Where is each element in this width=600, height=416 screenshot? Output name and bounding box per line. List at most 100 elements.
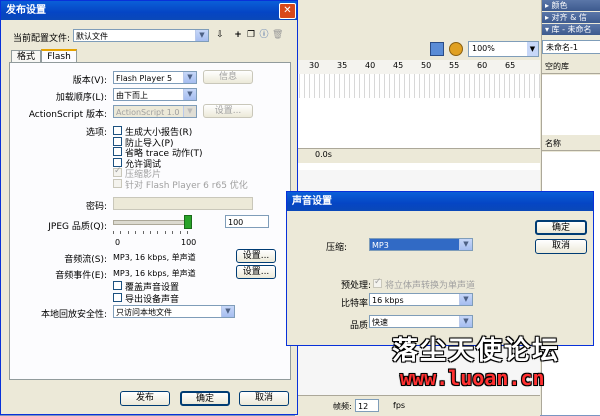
timeline-frames[interactable] [295,74,540,98]
library-panel-header[interactable]: ▾ 库 - 未命名 [542,24,600,35]
local-security-select[interactable]: 只访问本地文件 ▼ [113,305,235,318]
jpeg-slider-track[interactable] [113,220,189,225]
library-name-column[interactable]: 名称 [542,137,600,151]
slider-tick [142,231,144,234]
slider-tick [179,231,181,234]
load-order-value: 由下而上 [116,91,148,100]
version-value: Flash Player 5 [116,74,173,83]
jpeg-quality-label: JPEG 品质(Q): [48,222,107,232]
preprocess-label: 预处理: [340,281,371,291]
fps-input[interactable]: 12 [355,399,379,412]
duplicate-icon[interactable]: ❐ [246,30,256,40]
chevron-down-icon: ▼ [195,30,208,41]
slider-tick [164,231,166,234]
chevron-down-icon: ▼ [459,316,472,327]
compression-select[interactable]: MP3 ▼ [369,238,473,251]
edit-symbol-icon[interactable] [449,42,463,56]
load-order-label: 加载顺序(L): [55,93,107,103]
slider-tick [135,231,137,234]
option-checkbox[interactable] [113,147,122,156]
option-checkbox[interactable] [113,178,122,188]
version-select[interactable]: Flash Player 5 ▼ [113,71,197,84]
audio-stream-value: MP3, 16 kbps, 单声道 [113,253,196,262]
password-field[interactable] [113,197,253,210]
fps-unit: fps [393,401,406,410]
ruler-number: 50 [421,61,432,70]
as-version-value: ActionScript 1.0 [116,108,180,117]
info-icon[interactable]: ⓘ [259,30,269,40]
audio-stream-settings-button[interactable]: 设置... [236,249,276,263]
sound-ok-button[interactable]: 确定 [535,220,587,235]
chevron-down-icon: ▼ [221,306,234,317]
sound-dialog-title: 声音设置 [292,196,332,207]
timeline-status: 0.0s [295,148,540,163]
option-checkbox[interactable] [113,136,122,146]
jpeg-slider-thumb[interactable] [184,215,192,229]
publish-dialog-titlebar[interactable]: 发布设置 ✕ [1,1,297,20]
import-export-icon[interactable]: ⇩ [215,30,225,40]
version-label: 版本(V): [72,76,107,86]
option-label: 针对 Flash Player 6 r65 优化 [125,180,248,191]
audio-event-label: 音频事件(E): [55,271,107,281]
bitrate-label: 比特率: [340,299,371,309]
as-version-select[interactable]: ActionScript 1.0 ▼ [113,105,197,118]
stereo-to-mono-checkbox[interactable] [373,277,382,288]
load-order-select[interactable]: 由下而上 ▼ [113,88,197,101]
compression-label: 压缩: [325,243,347,253]
ruler-number: 60 [477,61,488,70]
zoom-select[interactable]: 100% ▼ [468,41,539,57]
slider-max-label: 100 [181,238,197,247]
add-icon[interactable]: + [233,30,243,40]
close-icon[interactable]: ✕ [279,3,296,19]
chevron-down-icon: ▼ [459,294,472,305]
align-panel-header[interactable]: ▸ 对齐 & 信 [542,12,600,23]
ruler-number: 45 [393,61,404,70]
timeline-ruler: 30 35 40 45 50 55 60 65 [295,60,540,75]
slider-tick [120,231,122,234]
frame-rate-label: 帧频: [333,402,352,411]
library-empty-label: 空的库 [542,60,600,74]
chevron-down-icon: ▼ [527,42,538,56]
sound-cancel-button[interactable]: 取消 [535,239,587,254]
override-sound-checkbox[interactable] [113,281,122,290]
ruler-number: 40 [365,61,376,70]
bitrate-select[interactable]: 16 kbps ▼ [369,293,473,306]
watermark-url: www.luoan.cn [400,366,545,390]
library-preview [542,75,600,135]
option-checkbox[interactable] [113,166,122,177]
slider-tick [172,231,174,234]
ruler-number: 65 [505,61,516,70]
ruler-number: 55 [449,61,460,70]
watermark-title: 落尘天使论坛 [392,336,561,366]
library-doc-select[interactable]: 未命名-1 [542,40,600,54]
profile-select[interactable]: 默认文件 ▼ [73,29,209,42]
cancel-button[interactable]: 取消 [239,391,289,406]
sound-dialog-titlebar[interactable]: 声音设置 [287,192,593,211]
local-security-value: 只访问本地文件 [116,308,172,317]
slider-tick [157,231,159,234]
chevron-down-icon: ▼ [183,106,196,117]
color-panel-header[interactable]: ▸ 颜色 [542,0,600,11]
as-version-label: ActionScript 版本: [28,110,107,120]
zoom-value: 100% [472,44,495,53]
edit-scene-icon[interactable] [430,42,444,56]
ruler-number: 35 [337,61,348,70]
as-settings-button[interactable]: 设置... [203,104,253,118]
jpeg-quality-input[interactable]: 100 [225,215,269,228]
delete-icon[interactable]: 🗑 [272,30,283,40]
publish-button[interactable]: 发布 [120,391,170,406]
bitrate-value: 16 kbps [372,296,404,305]
dialog-title: 发布设置 [6,5,46,16]
export-device-sound-label: 导出设备声音 [125,295,180,305]
info-button[interactable]: 信息 [203,70,253,84]
tab-flash[interactable]: Flash [41,49,77,63]
export-device-sound-checkbox[interactable] [113,293,122,302]
option-checkbox[interactable] [113,126,122,135]
ok-button[interactable]: 确定 [180,391,230,406]
quality-select[interactable]: 快速 ▼ [369,315,473,328]
slider-tick [187,231,188,234]
elapsed-time: 0.0s [315,150,332,159]
profile-value: 默认文件 [76,32,108,41]
audio-event-settings-button[interactable]: 设置... [236,265,276,279]
quality-label: 品质: [349,321,371,331]
